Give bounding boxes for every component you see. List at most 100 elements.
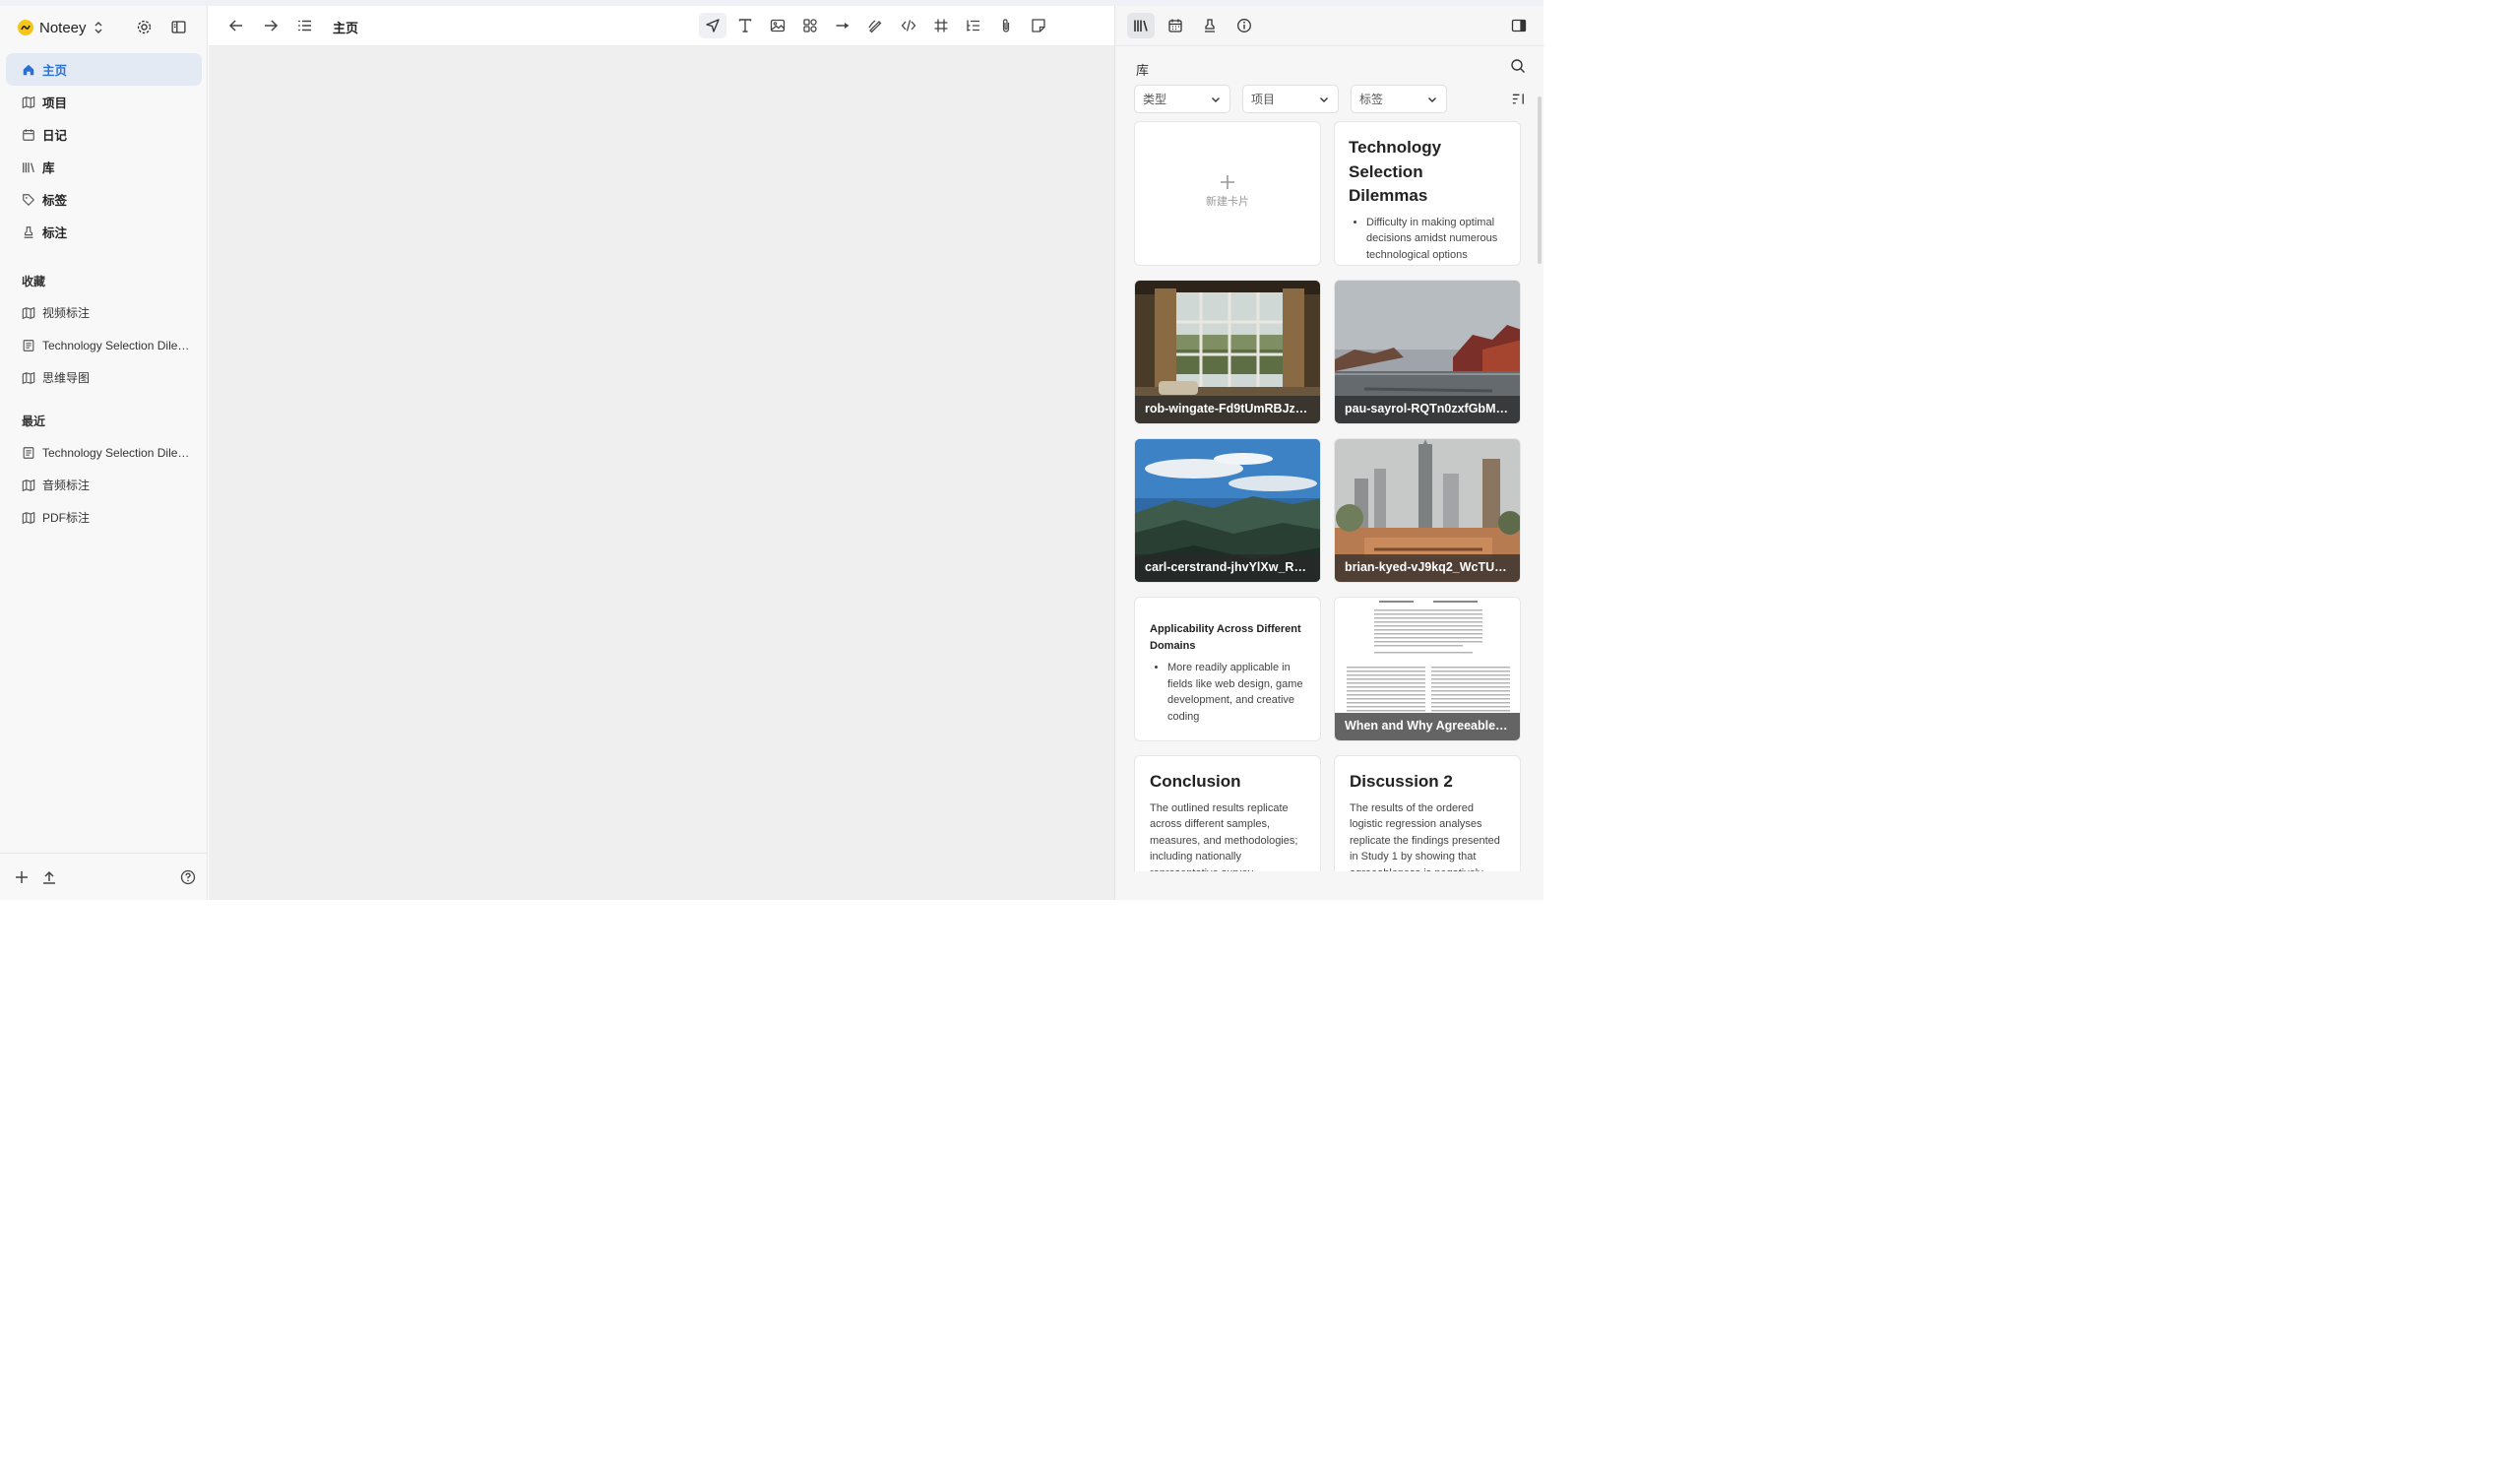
help-icon[interactable] [179, 868, 197, 886]
map-icon [22, 511, 35, 524]
attachment-icon[interactable] [992, 13, 1020, 38]
sidebar-footer [0, 853, 207, 900]
card-bullets: Difficulty in making optimal decisions a… [1349, 215, 1506, 264]
library-card-grid: 新建卡片 Technology Selection Dilemmas Diffi… [1134, 121, 1524, 871]
recent-item-label: 音频标注 [42, 479, 91, 492]
image-tool-icon[interactable] [764, 13, 791, 38]
nav-item-journal[interactable]: 日记 [6, 118, 202, 151]
sticky-note-icon[interactable] [1025, 13, 1052, 38]
sort-icon[interactable] [1511, 92, 1526, 106]
chevron-down-icon [1212, 96, 1220, 102]
select-pointer-icon[interactable] [699, 13, 726, 38]
calendar-tab-icon[interactable] [1162, 13, 1189, 38]
nav-item-tags[interactable]: 标签 [6, 183, 202, 216]
pdf-card[interactable]: When and Why Agreeableness Predicts [1334, 597, 1521, 741]
sidebar-toggle-icon[interactable] [167, 16, 189, 37]
project-filter-select[interactable]: 项目 [1242, 85, 1339, 113]
card-title: Discussion 2 [1350, 772, 1453, 791]
image-card-window[interactable]: rob-wingate-Fd9tUmRBJzk-unsplash [1134, 280, 1321, 424]
nav-item-home[interactable]: 主页 [6, 53, 202, 86]
recent-item[interactable]: Technology Selection Dilemmas [6, 436, 202, 469]
nav-item-label: 日记 [42, 129, 68, 143]
editor-toolbar: 主页 [209, 6, 1114, 46]
map-icon [22, 306, 35, 319]
nav-item-annotations[interactable]: 标注 [6, 216, 202, 248]
recent-item[interactable]: 音频标注 [6, 469, 202, 501]
outline-list-icon[interactable] [291, 13, 319, 38]
favorite-item-label: 思维导图 [42, 371, 91, 385]
note-card-conclusion[interactable]: Conclusion The outlined results replicat… [1134, 755, 1321, 871]
plus-icon [1221, 175, 1234, 189]
filter-label: 标签 [1359, 93, 1384, 106]
recent-list: Technology Selection Dilemmas 音频标注 PDF标注 [6, 436, 202, 534]
document-icon [23, 339, 34, 351]
card-title: Applicability Across Different Domains [1150, 623, 1301, 652]
code-tool-icon[interactable] [895, 13, 922, 38]
favorite-item[interactable]: 思维导图 [6, 361, 202, 394]
recent-title: 最近 [22, 415, 46, 428]
nav-item-label: 主页 [42, 64, 68, 78]
stamp-tab-icon[interactable] [1196, 13, 1224, 38]
app-window: Noteey 主页 项目 日记 库 标签 标注 收藏 视频标注 Technolo… [0, 0, 1544, 900]
upload-icon[interactable] [40, 868, 58, 886]
card-caption: When and Why Agreeableness Predicts [1335, 713, 1520, 740]
pen-tool-icon[interactable] [861, 13, 889, 38]
card-bullet: More readily applicable in fields like w… [1167, 660, 1306, 725]
frame-tool-icon[interactable] [927, 13, 955, 38]
mindmap-tool-icon[interactable] [960, 13, 987, 38]
image-card-mountains[interactable]: carl-cerstrand-jhvYlXw_RCY-unsplash [1134, 438, 1321, 583]
filter-label: 项目 [1251, 93, 1276, 106]
nav-item-label: 标签 [42, 194, 68, 208]
page-title: 主页 [333, 21, 359, 35]
settings-icon[interactable] [133, 16, 155, 37]
type-filter-select[interactable]: 类型 [1134, 85, 1230, 113]
note-card-domains[interactable]: Applicability Across Different Domains M… [1134, 597, 1321, 741]
tag-filter-select[interactable]: 标签 [1351, 85, 1447, 113]
add-icon[interactable] [13, 868, 31, 886]
nav-item-library[interactable]: 库 [6, 151, 202, 183]
search-icon[interactable] [1510, 58, 1526, 74]
nav-item-projects[interactable]: 项目 [6, 86, 202, 118]
card-caption: rob-wingate-Fd9tUmRBJzk-unsplash [1135, 396, 1320, 423]
library-tab-icon[interactable] [1127, 13, 1155, 38]
back-arrow-icon[interactable] [222, 13, 250, 38]
whiteboard-canvas[interactable] [209, 46, 1114, 900]
sidebar: Noteey 主页 项目 日记 库 标签 标注 收藏 视频标注 Technolo… [0, 6, 208, 900]
favorites-title: 收藏 [22, 275, 46, 288]
card-caption: pau-sayrol-RQTn0zxfGbM-unsplash [1335, 396, 1520, 423]
chevron-down-icon [1320, 96, 1328, 102]
app-name: Noteey [39, 19, 87, 36]
new-card-content: 新建卡片 [1135, 173, 1320, 209]
recent-item-label: PDF标注 [42, 511, 91, 525]
nav-item-label: 项目 [42, 96, 68, 110]
arrow-tool-icon[interactable] [829, 13, 856, 38]
card-caption: brian-kyed-vJ9kq2_WcTU-unsplash [1335, 554, 1520, 582]
favorite-item[interactable]: Technology Selection Dilemmas [6, 329, 202, 361]
recent-item[interactable]: PDF标注 [6, 501, 202, 534]
home-icon [23, 64, 34, 75]
favorites-list: 视频标注 Technology Selection Dilemmas 思维导图 [6, 296, 202, 394]
info-tab-icon[interactable] [1230, 13, 1258, 38]
chevron-down-icon [1428, 96, 1436, 102]
card-text: The results of the ordered logistic regr… [1350, 801, 1500, 872]
panel-toggle-icon[interactable] [1505, 13, 1533, 38]
note-card-discussion[interactable]: Discussion 2 The results of the ordered … [1334, 755, 1521, 871]
image-card-canal[interactable]: pau-sayrol-RQTn0zxfGbM-unsplash [1334, 280, 1521, 424]
forward-arrow-icon[interactable] [257, 13, 284, 38]
nav-item-label: 库 [42, 161, 55, 175]
library-scrollbar[interactable] [1538, 96, 1542, 264]
recent-item-label: Technology Selection Dilemmas [42, 445, 190, 460]
note-card-tech[interactable]: Technology Selection Dilemmas Difficulty… [1334, 121, 1521, 266]
filter-label: 类型 [1143, 93, 1167, 106]
new-card-label: 新建卡片 [1206, 196, 1249, 208]
favorite-item[interactable]: 视频标注 [6, 296, 202, 329]
text-tool-icon[interactable] [731, 13, 759, 38]
new-card-button[interactable]: 新建卡片 [1134, 121, 1321, 266]
workspace-switcher[interactable]: Noteey [18, 16, 104, 39]
stamp-icon [24, 225, 33, 238]
card-caption: carl-cerstrand-jhvYlXw_RCY-unsplash [1135, 554, 1320, 582]
image-card-city[interactable]: brian-kyed-vJ9kq2_WcTU-unsplash [1334, 438, 1521, 583]
shapes-tool-icon[interactable] [796, 13, 824, 38]
map-icon [22, 96, 35, 108]
calendar-icon [23, 128, 34, 141]
